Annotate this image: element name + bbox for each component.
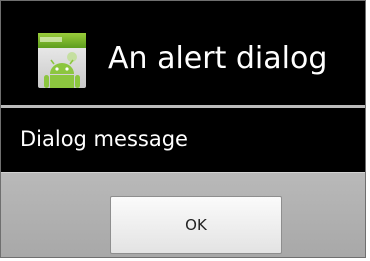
dialog-button-bar: OK [1, 172, 365, 257]
dialog-title: An alert dialog [108, 41, 328, 76]
android-app-icon [38, 33, 86, 88]
dialog-message: Dialog message [20, 127, 188, 151]
dialog-message-area: Dialog message [1, 108, 365, 172]
dialog-title-bar: An alert dialog [1, 1, 365, 105]
alert-dialog: An alert dialog Dialog message OK [0, 0, 366, 258]
ok-button[interactable]: OK [110, 196, 282, 254]
